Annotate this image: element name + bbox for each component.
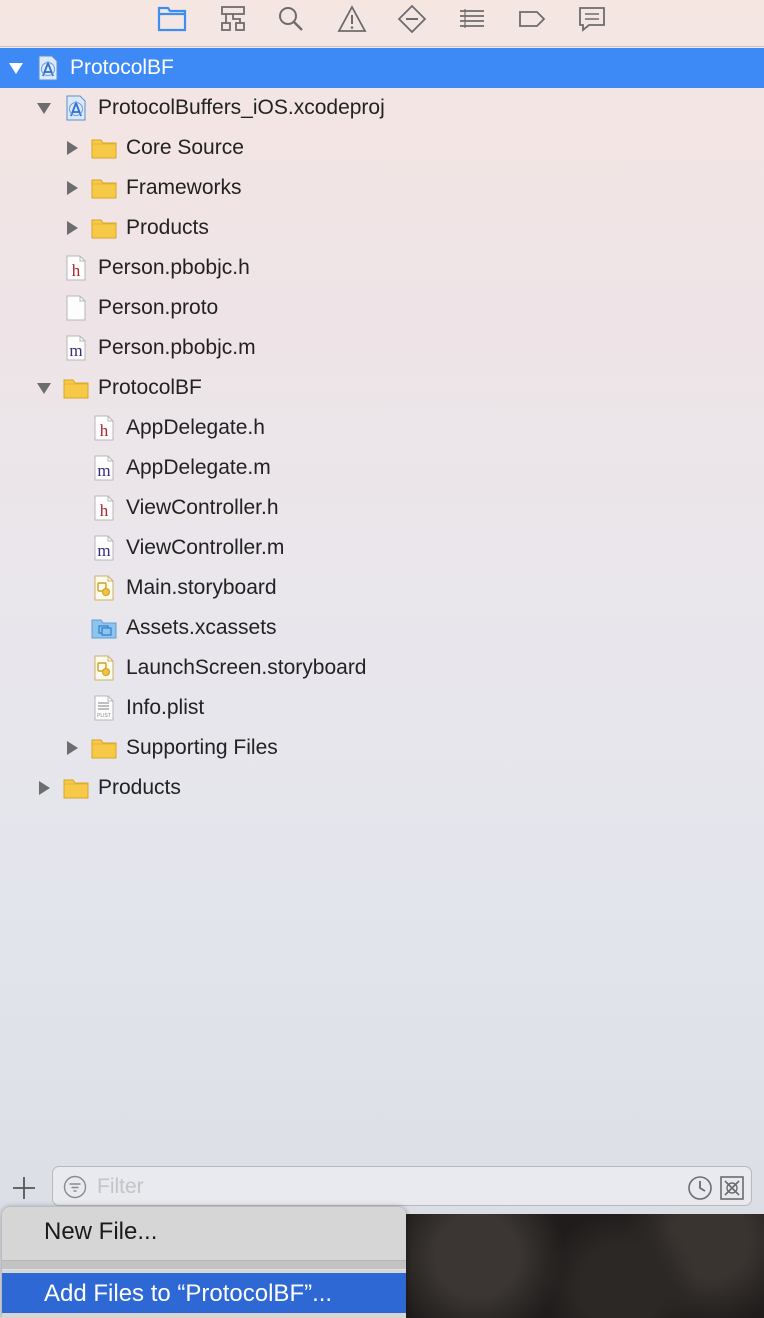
tree-row[interactable]: Products (0, 208, 764, 248)
svg-text:m: m (69, 341, 82, 360)
assets-folder-icon (90, 614, 118, 642)
folder-icon (90, 134, 118, 162)
filter-field[interactable] (52, 1166, 752, 1206)
storyboard-icon (90, 654, 118, 682)
tree-row[interactable]: Core Source (0, 128, 764, 168)
tag-icon[interactable] (516, 3, 548, 35)
xcodeproj-icon (62, 94, 90, 122)
tree-row-label: Info.plist (126, 696, 205, 719)
storyboard-icon (90, 574, 118, 602)
folder-icon (90, 734, 118, 762)
tree-row[interactable]: ProtocolBF (0, 48, 764, 88)
svg-text:h: h (100, 501, 109, 520)
list-icon[interactable] (456, 3, 488, 35)
tree-row-label: ProtocolBuffers_iOS.xcodeproj (98, 96, 385, 119)
tree-row-label: ProtocolBF (70, 56, 174, 79)
blank-file-icon (62, 294, 90, 322)
svg-text:m: m (97, 541, 110, 560)
menu-separator (2, 1260, 406, 1270)
disclosure-collapsed-icon[interactable] (64, 740, 80, 756)
disclosure-expanded-icon[interactable] (8, 60, 24, 76)
tree-row[interactable]: h AppDelegate.h (0, 408, 764, 448)
svg-text:m: m (97, 461, 110, 480)
search-icon[interactable] (275, 3, 307, 35)
tree-row[interactable]: ProtocolBF (0, 368, 764, 408)
tree-row[interactable]: Person.proto (0, 288, 764, 328)
tree-row[interactable]: Frameworks (0, 168, 764, 208)
toolbar-divider (0, 46, 764, 47)
disclosure-expanded-icon[interactable] (36, 100, 52, 116)
menu-item-label: New File... (44, 1218, 158, 1245)
filter-input[interactable] (95, 1173, 659, 1201)
recent-files-clock-icon[interactable] (687, 1175, 713, 1201)
tree-row-label: Assets.xcassets (126, 616, 277, 639)
project-navigator-icon[interactable] (156, 3, 188, 35)
filter-icon (63, 1175, 87, 1199)
disclosure-collapsed-icon[interactable] (64, 180, 80, 196)
disclosure-collapsed-icon[interactable] (36, 780, 52, 796)
tree-row-label: Main.storyboard (126, 576, 277, 599)
tree-row[interactable]: PLIST Info.plist (0, 688, 764, 728)
svg-text:h: h (100, 421, 109, 440)
header-file-icon: h (62, 254, 90, 282)
xcodeproj-icon (34, 54, 62, 82)
tree-row[interactable]: LaunchScreen.storyboard (0, 648, 764, 688)
tree-row[interactable]: Products (0, 768, 764, 808)
tree-row-label: Core Source (126, 136, 244, 159)
tree-row[interactable]: Assets.xcassets (0, 608, 764, 648)
tree-row-label: Person.proto (98, 296, 219, 319)
header-file-icon: h (90, 494, 118, 522)
tree-row-label: AppDelegate.h (126, 416, 265, 439)
plist-icon: PLIST (90, 694, 118, 722)
tree-row[interactable]: h ViewController.h (0, 488, 764, 528)
tree-row-label: ViewController.m (126, 536, 285, 559)
navigator-toolbar (0, 0, 764, 46)
tree-row-label: Frameworks (126, 176, 242, 199)
tree-row[interactable]: m AppDelegate.m (0, 448, 764, 488)
tree-row-label: AppDelegate.m (126, 456, 271, 479)
source-file-icon: m (62, 334, 90, 362)
comment-icon[interactable] (576, 3, 608, 35)
disclosure-expanded-icon[interactable] (36, 380, 52, 396)
menu-item-new-file[interactable]: New File... (2, 1211, 406, 1251)
folder-icon (90, 174, 118, 202)
source-file-icon: m (90, 454, 118, 482)
svg-text:h: h (72, 261, 81, 280)
tree-row[interactable]: Supporting Files (0, 728, 764, 768)
source-file-icon: m (90, 534, 118, 562)
disclosure-collapsed-icon[interactable] (64, 140, 80, 156)
breakpoint-diamond-icon[interactable] (396, 3, 428, 35)
header-file-icon: h (90, 414, 118, 442)
add-context-menu: New File... Add Files to “ProtocolBF”... (2, 1207, 406, 1318)
tree-row-label: Supporting Files (126, 736, 278, 759)
warning-icon[interactable] (336, 3, 368, 35)
tree-row[interactable]: m ViewController.m (0, 528, 764, 568)
tree-row[interactable]: m Person.pbobjc.m (0, 328, 764, 368)
tree-row-label: Person.pbobjc.m (98, 336, 256, 359)
tree-row[interactable]: h Person.pbobjc.h (0, 248, 764, 288)
add-button[interactable] (10, 1174, 38, 1202)
symbol-navigator-icon[interactable] (217, 3, 249, 35)
tree-row-label: ViewController.h (126, 496, 279, 519)
tree-row-label: Products (126, 216, 209, 239)
desktop-background (405, 1214, 764, 1318)
scm-status-filter-icon[interactable] (719, 1175, 745, 1201)
tree-row[interactable]: ProtocolBuffers_iOS.xcodeproj (0, 88, 764, 128)
disclosure-collapsed-icon[interactable] (64, 220, 80, 236)
svg-text:PLIST: PLIST (97, 713, 111, 719)
tree-row-label: Person.pbobjc.h (98, 256, 250, 279)
tree-row-label: ProtocolBF (98, 376, 202, 399)
tree-row-label: Products (98, 776, 181, 799)
tree-row[interactable]: Main.storyboard (0, 568, 764, 608)
folder-icon (90, 214, 118, 242)
menu-item-label: Add Files to “ProtocolBF”... (44, 1280, 333, 1307)
folder-icon (62, 374, 90, 402)
tree-row-label: LaunchScreen.storyboard (126, 656, 367, 679)
folder-icon (62, 774, 90, 802)
menu-item-add-files[interactable]: Add Files to “ProtocolBF”... (2, 1273, 406, 1313)
